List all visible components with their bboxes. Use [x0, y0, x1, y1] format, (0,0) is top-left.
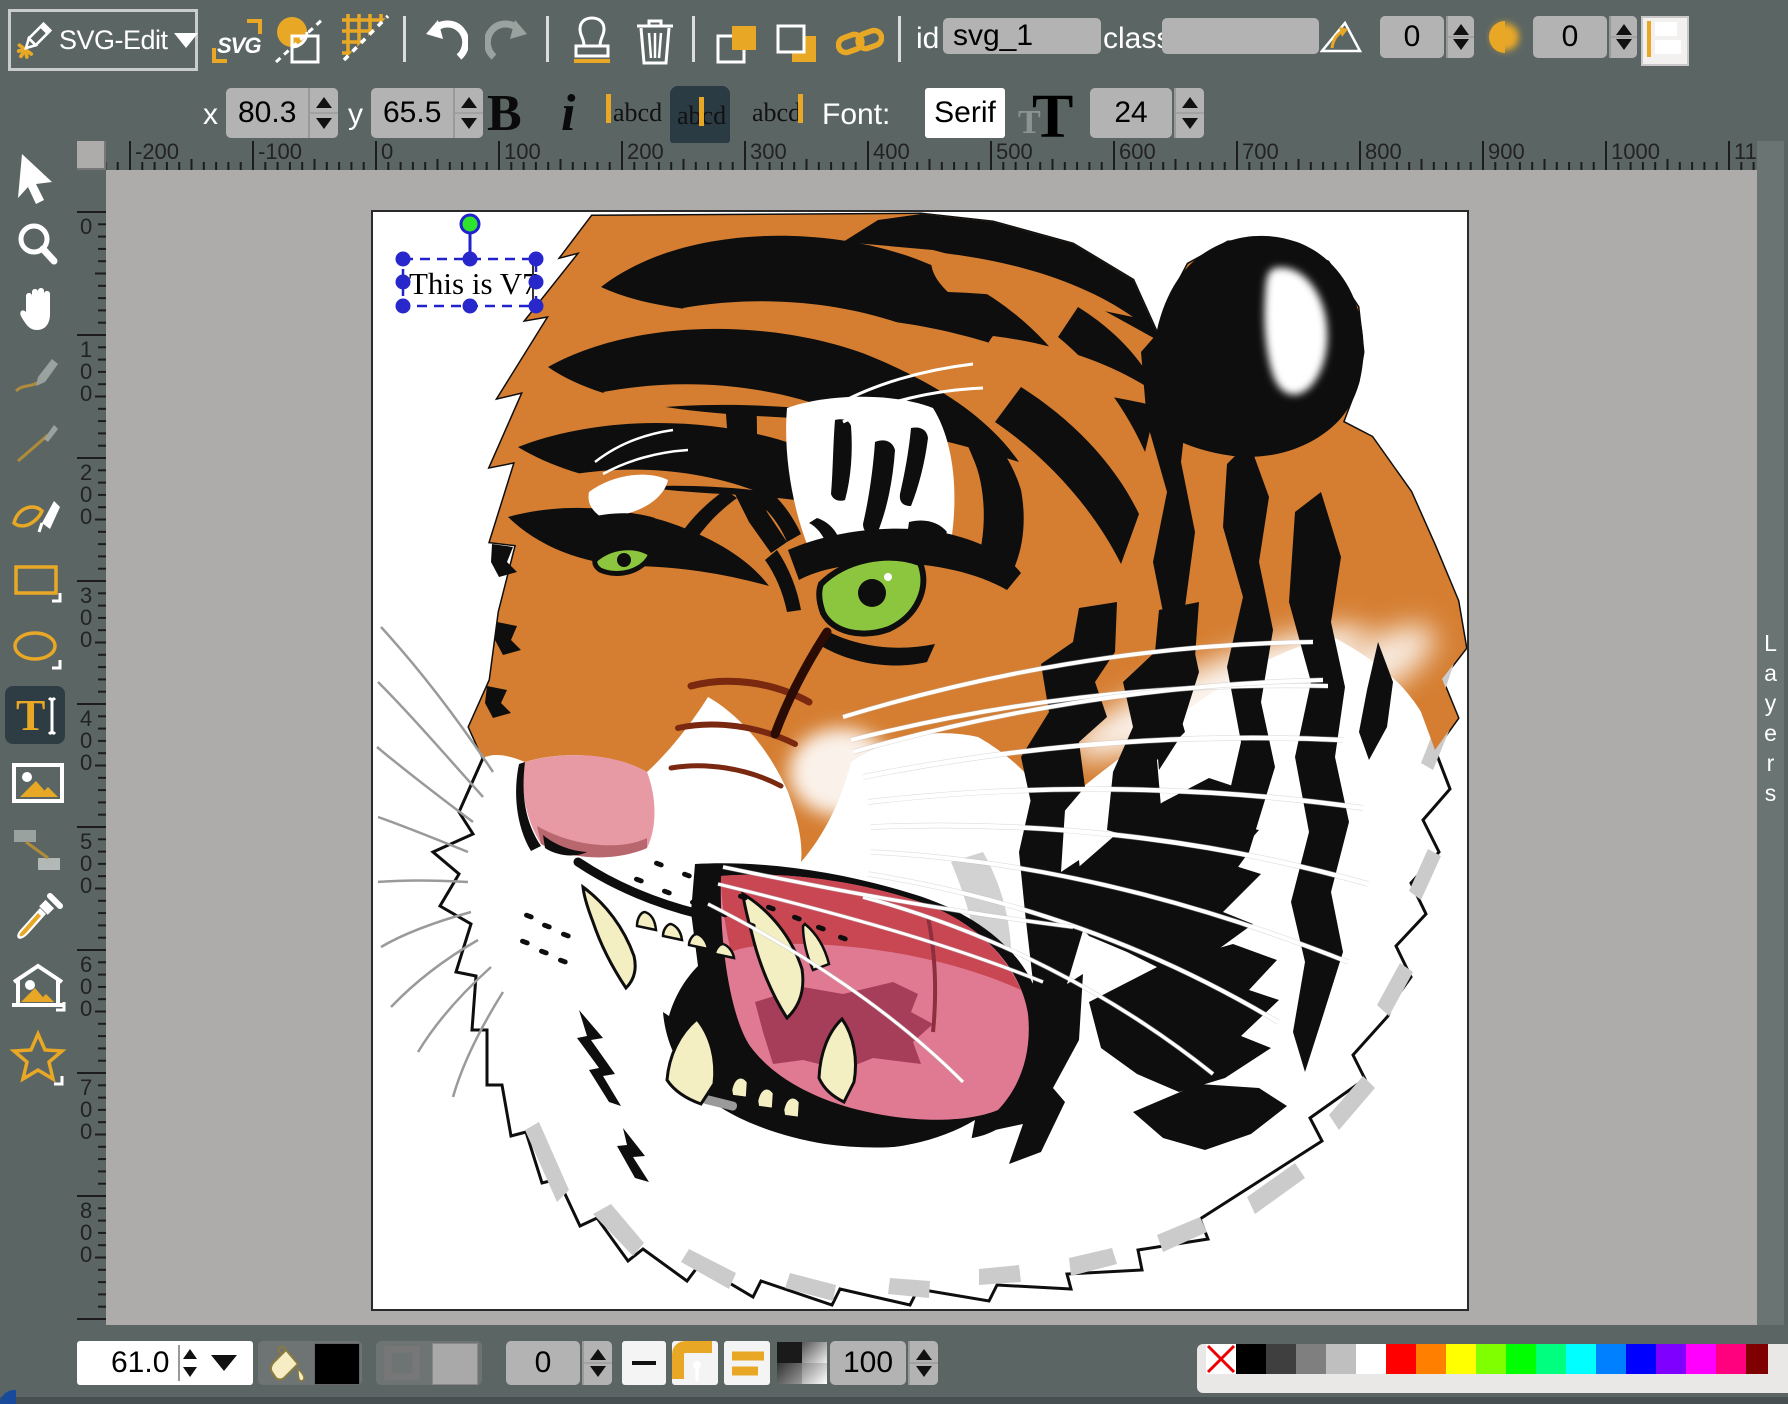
svg-text:300: 300	[750, 141, 787, 164]
svg-text:0: 0	[80, 873, 92, 898]
svg-text:1000: 1000	[1611, 141, 1660, 164]
svg-text:-200: -200	[135, 141, 179, 164]
svg-text:800: 800	[1365, 141, 1402, 164]
svg-text:This is V7: This is V7	[409, 266, 538, 301]
svg-text:0: 0	[80, 627, 92, 652]
svg-text:0: 0	[381, 141, 393, 164]
svg-text:0: 0	[80, 381, 92, 406]
svg-text:T: T	[16, 691, 45, 740]
svg-text:0: 0	[80, 214, 92, 239]
svg-text:0: 0	[80, 1242, 92, 1267]
svg-text:-100: -100	[258, 141, 302, 164]
svg-text:600: 600	[1119, 141, 1156, 164]
svg-text:200: 200	[627, 141, 664, 164]
svg-text:0: 0	[80, 750, 92, 775]
svg-text:700: 700	[1242, 141, 1279, 164]
svg-text:100: 100	[504, 141, 541, 164]
svg-text:SVG: SVG	[217, 33, 261, 58]
svg-text:0: 0	[80, 504, 92, 529]
svg-text:500: 500	[996, 141, 1033, 164]
svg-text:0: 0	[80, 996, 92, 1021]
svg-text:900: 900	[1488, 141, 1525, 164]
svg-text:0: 0	[80, 1119, 92, 1144]
svg-text:400: 400	[873, 141, 910, 164]
